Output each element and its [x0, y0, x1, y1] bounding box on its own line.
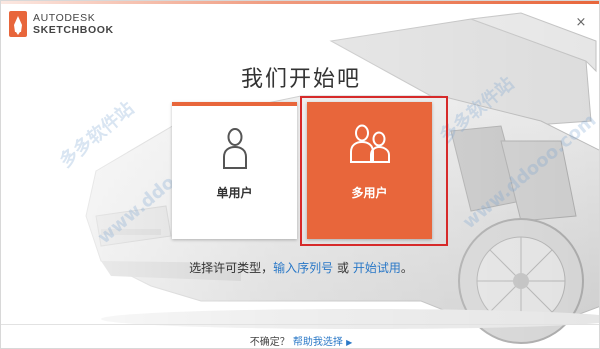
single-user-card[interactable]: 单用户 — [172, 102, 297, 239]
multi-user-label: 多用户 — [351, 186, 388, 200]
page-title: 我们开始吧 — [240, 67, 361, 92]
watermark-text: www.ddooo.com — [458, 109, 600, 234]
brand-sketchbook: SKETCHBOOK — [33, 24, 114, 36]
pencil-icon — [14, 16, 22, 35]
help-me-choose-link[interactable]: 帮助我选择 — [293, 337, 343, 348]
footer: 不确定？ 帮助我选择 ▶ — [1, 333, 599, 348]
sketchbook-logo — [9, 11, 27, 37]
multi-user-card[interactable]: 多用户 — [307, 102, 432, 239]
watermark-text: 多多软件站 — [55, 98, 139, 173]
license-or: 或 — [333, 261, 353, 275]
brand-autodesk: AUTODESK — [33, 12, 96, 24]
license-prefix: 选择许可类型， — [189, 261, 274, 275]
chevron-right-icon[interactable]: ▶ — [346, 338, 352, 347]
footer-prefix: 不确定？ — [249, 337, 290, 348]
start-dialog: 多多软件站 www.ddooo.com 多多软件站 www.ddooo.com … — [0, 0, 600, 349]
multi-user-icon — [349, 124, 390, 163]
license-suffix: 。 — [400, 261, 413, 275]
background-car-illustration — [1, 1, 599, 348]
close-button[interactable]: × — [575, 16, 587, 29]
single-user-label: 单用户 — [216, 186, 253, 200]
top-accent-bar — [1, 1, 599, 4]
enter-serial-link[interactable]: 输入序列号 — [273, 261, 333, 275]
footer-divider — [1, 324, 599, 325]
single-user-icon — [222, 128, 247, 169]
license-instructions: 选择许可类型，输入序列号 或 开始试用。 — [1, 259, 599, 276]
start-trial-link[interactable]: 开始试用 — [353, 261, 401, 275]
